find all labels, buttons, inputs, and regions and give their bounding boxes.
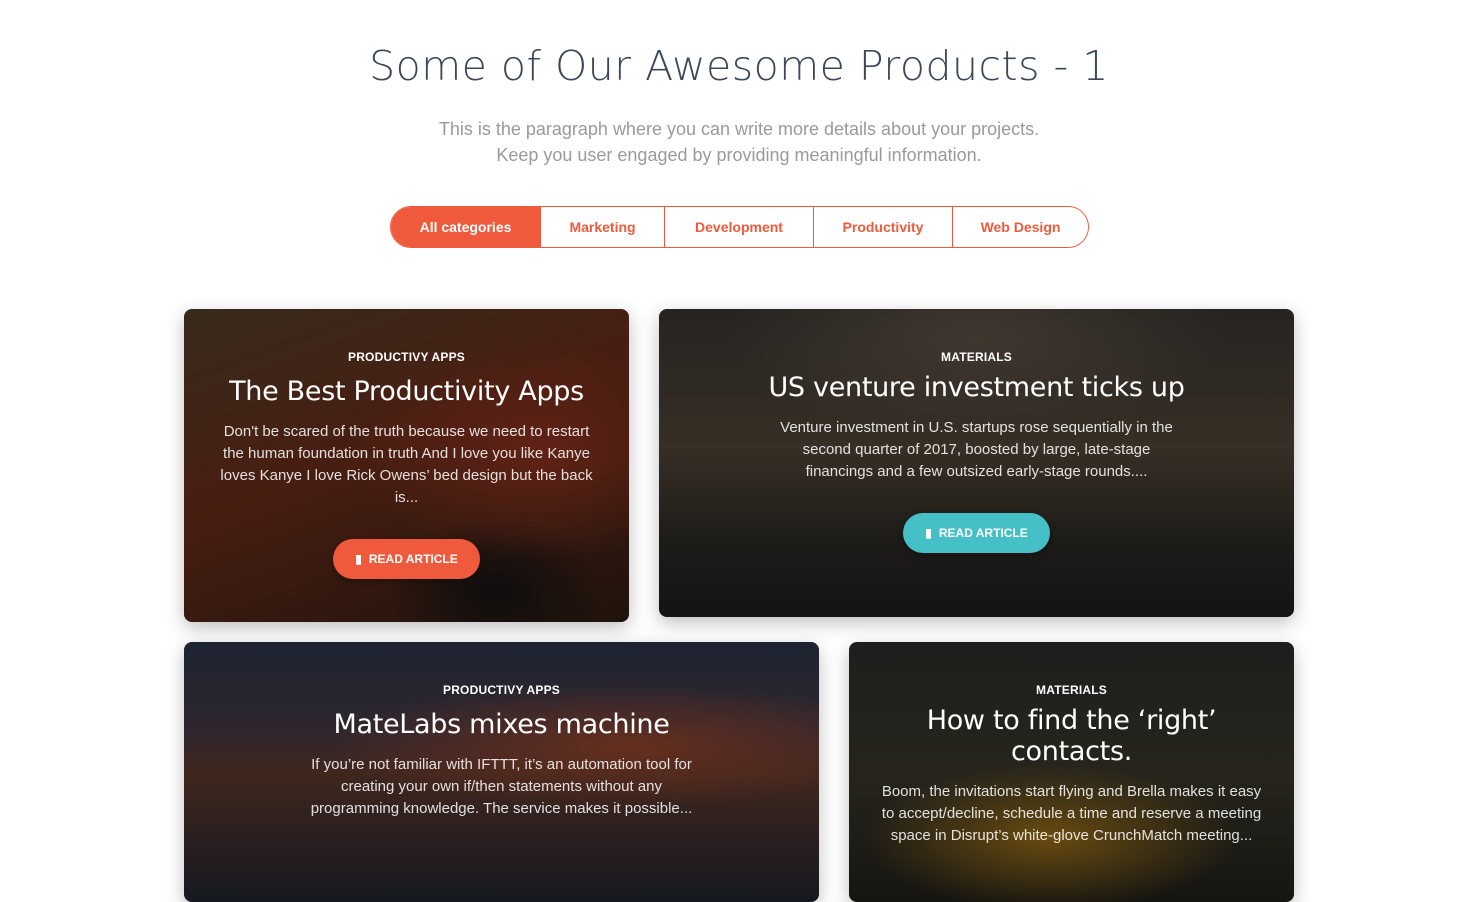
- card-title[interactable]: US venture investment ticks up: [687, 372, 1266, 403]
- book-icon: ▮: [925, 526, 932, 540]
- article-card-productivity-apps[interactable]: PRODUCTIVY APPS The Best Productivity Ap…: [184, 309, 629, 622]
- card-description: If you’re not familiar with IFTTT, it’s …: [310, 756, 693, 817]
- article-card-right-contacts[interactable]: MATERIALS How to find the ‘right’ contac…: [849, 642, 1294, 902]
- book-icon: ▮: [355, 552, 362, 566]
- subtitle-line-1: This is the paragraph where you can writ…: [438, 119, 1040, 139]
- category-filter-tabs: All categories Marketing Development Pro…: [390, 206, 1089, 248]
- card-category: MATERIALS: [1036, 683, 1107, 697]
- page-title: Some of Our Awesome Products - 1: [369, 42, 1109, 90]
- card-title[interactable]: How to find the ‘right’ contacts.: [877, 705, 1266, 767]
- tab-all-categories[interactable]: All categories: [391, 207, 540, 247]
- card-description: Venture investment in U.S. startups rose…: [780, 419, 1173, 480]
- read-article-button[interactable]: ▮ READ ARTICLE: [903, 513, 1050, 553]
- card-description: Don't be scared of the truth because we …: [220, 423, 593, 506]
- tab-web-design[interactable]: Web Design: [952, 207, 1088, 247]
- card-category: PRODUCTIVY APPS: [442, 683, 561, 697]
- subtitle-line-2: Keep you user engaged by providing meani…: [496, 145, 982, 165]
- card-category: PRODUCTIVY APPS: [347, 350, 466, 364]
- article-card-us-venture[interactable]: MATERIALS US venture investment ticks up…: [659, 309, 1294, 617]
- card-title[interactable]: MateLabs mixes machine: [212, 709, 791, 740]
- card-description: Boom, the invitations start flying and B…: [881, 783, 1262, 844]
- page-subtitle: This is the paragraph where you can writ…: [0, 116, 1478, 168]
- tab-development[interactable]: Development: [664, 207, 813, 247]
- card-category: MATERIALS: [941, 350, 1012, 364]
- read-article-label: READ ARTICLE: [368, 552, 458, 566]
- card-title[interactable]: The Best Productivity Apps: [212, 376, 601, 407]
- read-article-button[interactable]: ▮ READ ARTICLE: [333, 539, 480, 579]
- tab-marketing[interactable]: Marketing: [540, 207, 664, 247]
- tab-productivity[interactable]: Productivity: [813, 207, 952, 247]
- read-article-label: READ ARTICLE: [938, 526, 1028, 540]
- article-card-matelabs[interactable]: PRODUCTIVY APPS MateLabs mixes machine I…: [184, 642, 819, 902]
